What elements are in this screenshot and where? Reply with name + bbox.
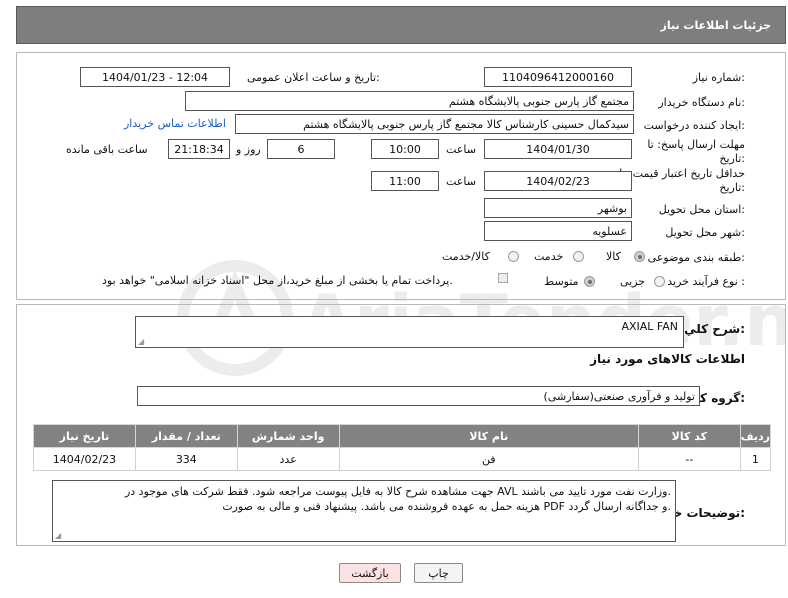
resize-grip-icon[interactable]: ◢ — [55, 532, 61, 540]
reply-date-field: 1404/01/30 — [484, 139, 632, 159]
buyer-contact-link[interactable]: اطلاعات تماس خریدار — [124, 117, 226, 130]
time-remaining-label: ساعت باقی مانده — [66, 143, 148, 156]
cell-row: 1 — [739, 447, 772, 471]
summary-textarea[interactable]: AXIAL FAN ◢ — [135, 316, 684, 348]
back-button[interactable]: بازگشت — [339, 563, 401, 583]
category-service-label: خدمت — [534, 250, 564, 263]
buyer-notes-line-1: جهت مشاهده شرح کالا به فایل پیوست مراجعه… — [124, 485, 671, 498]
category-service-radio[interactable] — [573, 251, 584, 262]
process-type-label: نوع فرآیند خرید : — [667, 275, 745, 288]
treasury-payment-checkbox[interactable] — [498, 273, 508, 283]
resize-grip-icon[interactable]: ◢ — [138, 338, 144, 346]
announce-datetime-label: تاریخ و ساعت اعلان عمومی: — [247, 71, 380, 84]
page-title: جزئیات اطلاعات نیاز — [660, 19, 772, 32]
category-goods-label: کالا — [606, 250, 621, 263]
col-need-date: تاریخ نیاز — [33, 424, 136, 448]
reply-time-label: ساعت — [446, 143, 476, 156]
time-remaining-field: 21:18:34 — [168, 139, 230, 159]
cell-unit: عدد — [236, 447, 340, 471]
price-validity-label: حداقل تاریخ اعتبار قیمت: تا تاریخ: — [619, 167, 745, 194]
goods-table: تاریخ نیاز تعداد / مقدار واحد شمارش نام … — [33, 424, 772, 471]
city-label: شهر محل تحویل: — [665, 226, 745, 239]
need-number-label: شماره نیاز: — [692, 71, 745, 84]
col-row: ردیف — [739, 424, 772, 448]
buyer-notes-line-2: هزینه حمل به عهده فروشنده می باشد. پیشنه… — [222, 500, 671, 513]
process-medium-label: متوسط — [544, 275, 579, 288]
summary-text: AXIAL FAN — [621, 320, 678, 333]
requester-field: سیدکمال حسینی کارشناس کالا مجتمع گاز پار… — [235, 114, 634, 134]
province-field: بوشهر — [484, 198, 632, 218]
need-number-field: 1104096412000160 — [484, 67, 632, 87]
goods-section-title: اطلاعات کالاهای مورد نیاز — [590, 352, 745, 366]
announce-datetime-field: 1404/01/23 - 12:04 — [80, 67, 230, 87]
buyer-org-label: نام دستگاه خریدار: — [658, 96, 745, 109]
price-date-field: 1404/02/23 — [484, 171, 632, 191]
category-label: طبقه بندی موضوعی: — [647, 251, 745, 264]
category-goods-service-radio[interactable] — [508, 251, 519, 262]
print-button[interactable]: چاپ — [414, 563, 463, 583]
requester-label: ایجاد کننده درخواست: — [643, 119, 745, 132]
col-unit: واحد شمارش — [236, 424, 340, 448]
col-goods-name: نام کالا — [338, 424, 639, 448]
cell-quantity: 334 — [134, 447, 238, 471]
col-goods-code: کد کالا — [637, 424, 741, 448]
cell-need-date: 1404/02/23 — [33, 447, 136, 471]
process-small-radio[interactable] — [654, 276, 665, 287]
cell-goods-name: فن — [338, 447, 639, 471]
cell-goods-code: -- — [637, 447, 741, 471]
city-field: عسلویه — [484, 221, 632, 241]
price-time-label: ساعت — [446, 175, 476, 188]
table-row: 1404/02/23 334 عدد فن -- 1 — [33, 447, 772, 471]
province-label: استان محل تحویل: — [658, 203, 745, 216]
buyer-notes-textarea[interactable]: جهت مشاهده شرح کالا به فایل پیوست مراجعه… — [52, 480, 676, 542]
goods-group-field: تولید و فرآوری صنعتی(سفارشی) — [137, 386, 700, 406]
goods-table-header: تاریخ نیاز تعداد / مقدار واحد شمارش نام … — [33, 424, 772, 448]
reply-time-field: 10:00 — [371, 139, 439, 159]
treasury-payment-note: پرداخت تمام یا بخشی از مبلغ خرید،از محل … — [102, 274, 453, 287]
reply-deadline-label: مهلت ارسال پاسخ: تا تاریخ: — [647, 138, 745, 165]
days-remaining-field: 6 — [267, 139, 335, 159]
category-goods-radio[interactable] — [634, 251, 645, 262]
category-goods-service-label: کالا/خدمت — [442, 250, 490, 263]
process-medium-radio[interactable] — [584, 276, 595, 287]
days-label: روز و — [236, 143, 261, 156]
page-header: جزئیات اطلاعات نیاز — [16, 6, 786, 44]
process-small-label: جزیی — [620, 275, 646, 288]
price-time-field: 11:00 — [371, 171, 439, 191]
col-quantity: تعداد / مقدار — [134, 424, 238, 448]
buyer-org-field: مجتمع گاز پارس جنوبی پالایشگاه هشتم — [185, 91, 634, 111]
